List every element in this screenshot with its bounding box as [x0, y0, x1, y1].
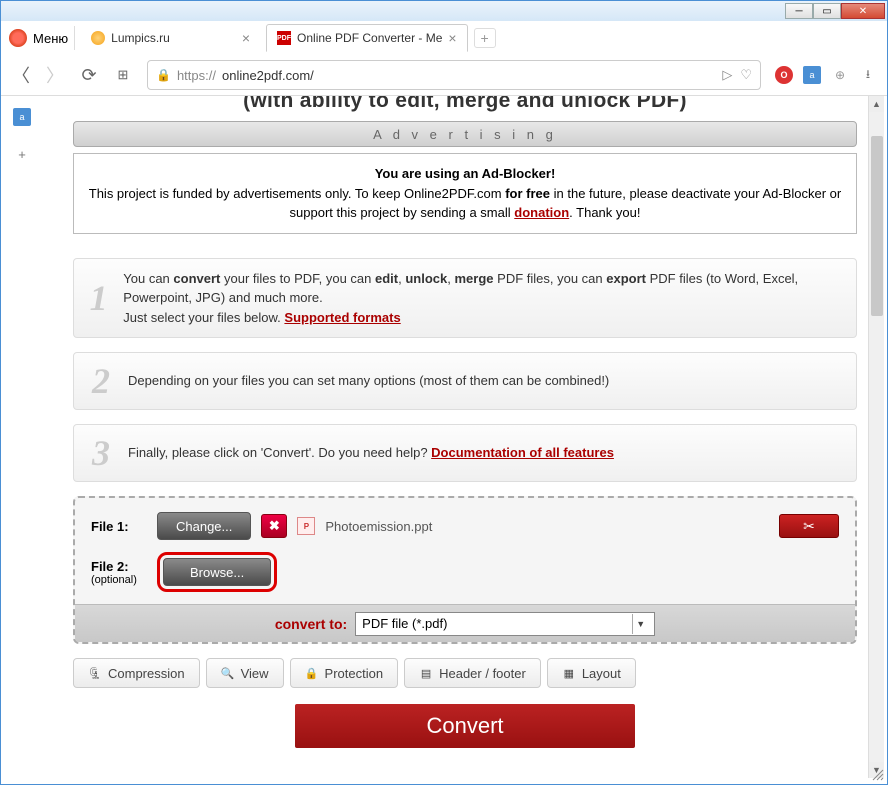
extension-icon[interactable]: O [775, 66, 793, 84]
browser-sidebar: a + [2, 96, 42, 164]
file-1-label: File 1: [91, 519, 147, 534]
browser-tab-online2pdf[interactable]: PDF Online PDF Converter - Me × [266, 24, 468, 52]
step-number: 2 [88, 363, 114, 399]
opera-logo-icon[interactable] [9, 29, 27, 47]
favicon-icon: PDF [277, 31, 291, 45]
page-heading-partial: (with ability to edit, merge and unlock … [73, 96, 857, 111]
minimize-button[interactable]: ─ [785, 3, 813, 19]
convert-to-row: convert to: PDF file (*.pdf) ▼ [75, 604, 855, 642]
file-row-1: File 1: Change... ✖ P Photoemission.ppt … [91, 512, 839, 540]
reload-button[interactable]: ⟳ [79, 65, 99, 86]
close-window-button[interactable]: ✕ [841, 3, 885, 19]
url-host: online2pdf.com/ [222, 68, 314, 83]
extension-icon[interactable]: ⊕ [831, 66, 849, 84]
maximize-button[interactable]: ▭ [813, 3, 841, 19]
compression-icon: 🗜 [88, 666, 102, 680]
step-number: 3 [88, 435, 114, 471]
file-2-label: File 2: (optional) [91, 559, 147, 586]
view-button[interactable]: 🔍View [206, 658, 284, 688]
send-icon[interactable]: ▷ [722, 67, 732, 83]
options-row: 🗜Compression 🔍View 🔒Protection ▤Header /… [73, 658, 857, 688]
divider [74, 26, 75, 50]
lock-icon: 🔒 [156, 68, 171, 82]
vertical-scrollbar[interactable]: ▲ ▼ [868, 96, 884, 778]
supported-formats-link[interactable]: Supported formats [284, 310, 400, 325]
file-dropzone[interactable]: File 1: Change... ✖ P Photoemission.ppt … [73, 496, 857, 644]
adblock-title: You are using an Ad-Blocker! [375, 166, 556, 181]
url-scheme: https:// [177, 68, 216, 83]
convert-to-value: PDF file (*.pdf) [362, 616, 447, 631]
tab-title: Lumpics.ru [111, 31, 170, 45]
add-sidebar-icon[interactable]: + [12, 144, 32, 164]
search-icon: 🔍 [221, 666, 235, 680]
browser-tab-lumpics[interactable]: Lumpics.ru × [81, 24, 260, 52]
layout-icon: ▦ [562, 666, 576, 680]
speed-dial-button[interactable]: ⊞ [113, 67, 133, 83]
menu-label[interactable]: Меню [33, 31, 68, 46]
tab-title: Online PDF Converter - Me [297, 31, 442, 45]
new-tab-button[interactable]: + [474, 28, 496, 48]
compression-button[interactable]: 🗜Compression [73, 658, 200, 688]
browser-chrome: Меню Lumpics.ru × PDF Online PDF Convert… [1, 21, 887, 96]
close-tab-icon[interactable]: × [242, 30, 250, 46]
lock-icon: 🔒 [305, 666, 319, 680]
favicon-icon [91, 31, 105, 45]
browse-file-button[interactable]: Browse... [163, 558, 271, 586]
documentation-link[interactable]: Documentation of all features [431, 445, 614, 460]
layout-button[interactable]: ▦Layout [547, 658, 636, 688]
protection-button[interactable]: 🔒Protection [290, 658, 399, 688]
window-titlebar: ─ ▭ ✕ [1, 1, 887, 21]
resize-grip-icon[interactable] [871, 768, 885, 782]
split-file-button[interactable]: ✂ [779, 514, 839, 538]
donation-link[interactable]: donation [514, 205, 569, 220]
header-footer-button[interactable]: ▤Header / footer [404, 658, 541, 688]
convert-to-select[interactable]: PDF file (*.pdf) ▼ [355, 612, 655, 636]
chevron-down-icon: ▼ [632, 614, 648, 634]
bookmark-icon[interactable]: ♡ [740, 67, 752, 83]
step-3: 3 Finally, please click on 'Convert'. Do… [73, 424, 857, 482]
convert-to-label: convert to: [275, 616, 347, 632]
forward-button[interactable]: 〉 [45, 62, 65, 88]
scrollbar-thumb[interactable] [871, 136, 883, 316]
back-button[interactable]: 〈 [11, 62, 31, 88]
adblock-notice: You are using an Ad-Blocker! This projec… [73, 153, 857, 234]
file-row-2: File 2: (optional) Browse... [91, 552, 839, 592]
header-footer-icon: ▤ [419, 666, 433, 680]
scroll-up-icon[interactable]: ▲ [869, 96, 884, 112]
translate-extension-icon[interactable]: a [803, 66, 821, 84]
change-file-button[interactable]: Change... [157, 512, 251, 540]
close-tab-icon[interactable]: × [448, 30, 456, 46]
step-1: 1 You can convert your files to PDF, you… [73, 258, 857, 339]
downloads-icon[interactable]: ⭳ [859, 66, 877, 84]
advertising-bar: A d v e r t i s i n g [73, 121, 857, 147]
ppt-file-icon: P [297, 517, 315, 535]
address-bar[interactable]: 🔒 https:// online2pdf.com/ ▷ ♡ [147, 60, 761, 90]
translate-sidebar-icon[interactable]: a [13, 108, 31, 126]
remove-file-button[interactable]: ✖ [261, 514, 287, 538]
file-1-name: Photoemission.ppt [325, 519, 432, 534]
highlight-annotation: Browse... [157, 552, 277, 592]
step-2: 2 Depending on your files you can set ma… [73, 352, 857, 410]
convert-button[interactable]: Convert [295, 704, 635, 748]
page-content: (with ability to edit, merge and unlock … [45, 96, 887, 784]
step-number: 1 [88, 280, 109, 316]
